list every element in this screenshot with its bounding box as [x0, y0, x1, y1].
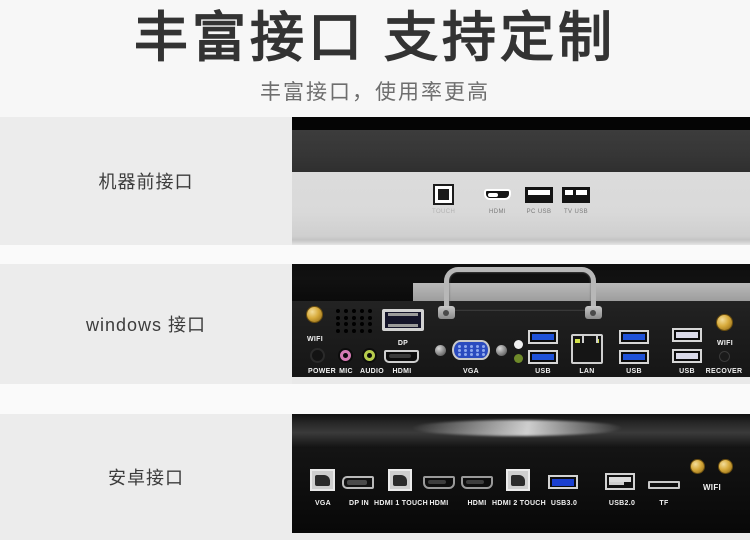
port-label-wifi-right: WIFI	[717, 340, 733, 347]
port-label-wifi-left: WIFI	[307, 336, 323, 343]
carry-handle-icon	[444, 267, 596, 311]
usb-port-icon	[562, 187, 590, 203]
port-tv-usb: TV USB	[562, 187, 590, 215]
section-android-ports: 安卓接口 VGA DP IN HDMI 1 TOUCH HDMI HDMI HD…	[0, 414, 750, 540]
usb3-port-icon	[528, 350, 558, 364]
android-bottom-edge	[292, 533, 750, 540]
usb-port-icon	[525, 187, 553, 203]
hdmi-port-icon	[384, 350, 419, 363]
section-label-front: 机器前接口	[98, 172, 194, 192]
vent-holes	[334, 308, 374, 334]
port-wifi-left	[306, 306, 323, 323]
power-jack-icon	[310, 348, 325, 363]
front-port-group: TOUCH HDMI PC USB TV USB	[292, 172, 750, 245]
recover-button-icon[interactable]	[719, 351, 730, 362]
port-label-lan: LAN	[579, 368, 595, 375]
port-label-touch: TOUCH	[432, 209, 456, 215]
page-title-part2: 支持定制	[384, 8, 616, 68]
port-label-dp: DP	[397, 340, 409, 347]
front-bezel-dark	[292, 130, 750, 172]
usb2-port-icon	[605, 473, 635, 490]
label-cell-front: 机器前接口	[0, 117, 292, 245]
port-label-usb20: USB2.0	[608, 500, 636, 507]
port-label-tv-usb: TV USB	[563, 209, 589, 215]
section-label-android: 安卓接口	[108, 468, 184, 488]
usb3-port-icon	[548, 475, 578, 489]
vga-screw-right	[496, 345, 507, 356]
android-top-sheen	[412, 420, 622, 436]
mic-jack-icon	[338, 348, 353, 363]
port-label-hdmi-win: HDMI	[392, 368, 412, 375]
handle-mount-right	[585, 306, 602, 319]
port-touch: TOUCH	[432, 184, 455, 215]
panel-android-photo: VGA DP IN HDMI 1 TOUCH HDMI HDMI HDMI 2 …	[292, 414, 750, 540]
section-front-ports: 机器前接口 TOUCH HDMI PC USB TV USB	[0, 117, 750, 245]
status-led-white	[514, 340, 523, 349]
port-dp	[382, 309, 424, 331]
wifi-antenna-icon	[306, 306, 323, 323]
hdmi-touch-port-icon	[388, 469, 412, 491]
windows-bottom-edge	[292, 377, 750, 384]
port-label-usb-2: USB	[626, 368, 642, 375]
port-mic	[338, 348, 353, 363]
page-header: 丰富接口 支持定制 丰富接口，使用率更高	[0, 0, 750, 117]
port-label-hdmi: HDMI	[489, 209, 506, 215]
usb3-port-icon	[619, 330, 649, 344]
vga-screw-left	[435, 345, 446, 356]
front-bezel-black	[292, 117, 750, 130]
page-title-part1: 丰富接口	[134, 8, 366, 68]
audio-jack-icon	[362, 348, 377, 363]
port-label-pc-usb: PC USB	[526, 209, 552, 215]
hdmi-port-icon	[484, 189, 511, 200]
hdmi-port-icon	[423, 476, 455, 489]
hdmi-touch-port-icon	[506, 469, 530, 491]
port-label-wifi-and: WIFI	[702, 483, 722, 492]
port-vga-win	[452, 340, 490, 360]
port-label-vga-win: VGA	[462, 368, 480, 375]
page-title: 丰富接口 支持定制	[134, 6, 616, 70]
usb2-port-icon	[672, 328, 702, 342]
port-label-usb30: USB3.0	[550, 500, 578, 507]
port-label-recover: RECOVER	[705, 368, 743, 375]
port-audio	[362, 348, 377, 363]
tf-card-slot-icon	[648, 481, 680, 489]
usb3-port-icon	[619, 350, 649, 364]
section-label-windows: windows 接口	[85, 315, 207, 335]
usb3-port-icon	[528, 330, 558, 344]
label-cell-windows: windows 接口	[0, 264, 292, 384]
wifi-antenna-icon	[690, 459, 705, 474]
vga-port-icon	[310, 469, 335, 491]
port-label-usb-1: USB	[535, 368, 551, 375]
port-hdmi-win	[384, 350, 419, 363]
port-power	[310, 348, 325, 363]
touch-port-icon	[433, 184, 455, 205]
displayport-icon	[382, 309, 424, 331]
page-subtitle: 丰富接口，使用率更高	[260, 81, 490, 104]
hdmi-port-icon	[461, 476, 493, 489]
handle-mount-left	[438, 306, 455, 319]
panel-front-photo: TOUCH HDMI PC USB TV USB	[292, 117, 750, 245]
port-hdmi: HDMI	[484, 189, 511, 215]
wifi-antenna-icon	[716, 314, 733, 331]
section-windows-ports: windows 接口 WIFI POWER MIC AUDIO DP HDMI …	[0, 264, 750, 384]
usb2-port-icon	[672, 349, 702, 363]
displayport-in-icon	[342, 476, 374, 489]
vga-port-icon	[452, 340, 490, 360]
label-cell-android: 安卓接口	[0, 414, 292, 540]
port-pc-usb: PC USB	[525, 187, 553, 215]
port-label-tf: TF	[659, 500, 669, 507]
page-root: 丰富接口 支持定制 丰富接口，使用率更高 机器前接口 TOUCH HDMI PC…	[0, 0, 750, 540]
panel-windows-photo: WIFI POWER MIC AUDIO DP HDMI VGA USB LAN…	[292, 264, 750, 384]
lan-port-icon	[571, 334, 603, 364]
status-led-green	[514, 354, 523, 363]
wifi-antenna-icon	[718, 459, 733, 474]
